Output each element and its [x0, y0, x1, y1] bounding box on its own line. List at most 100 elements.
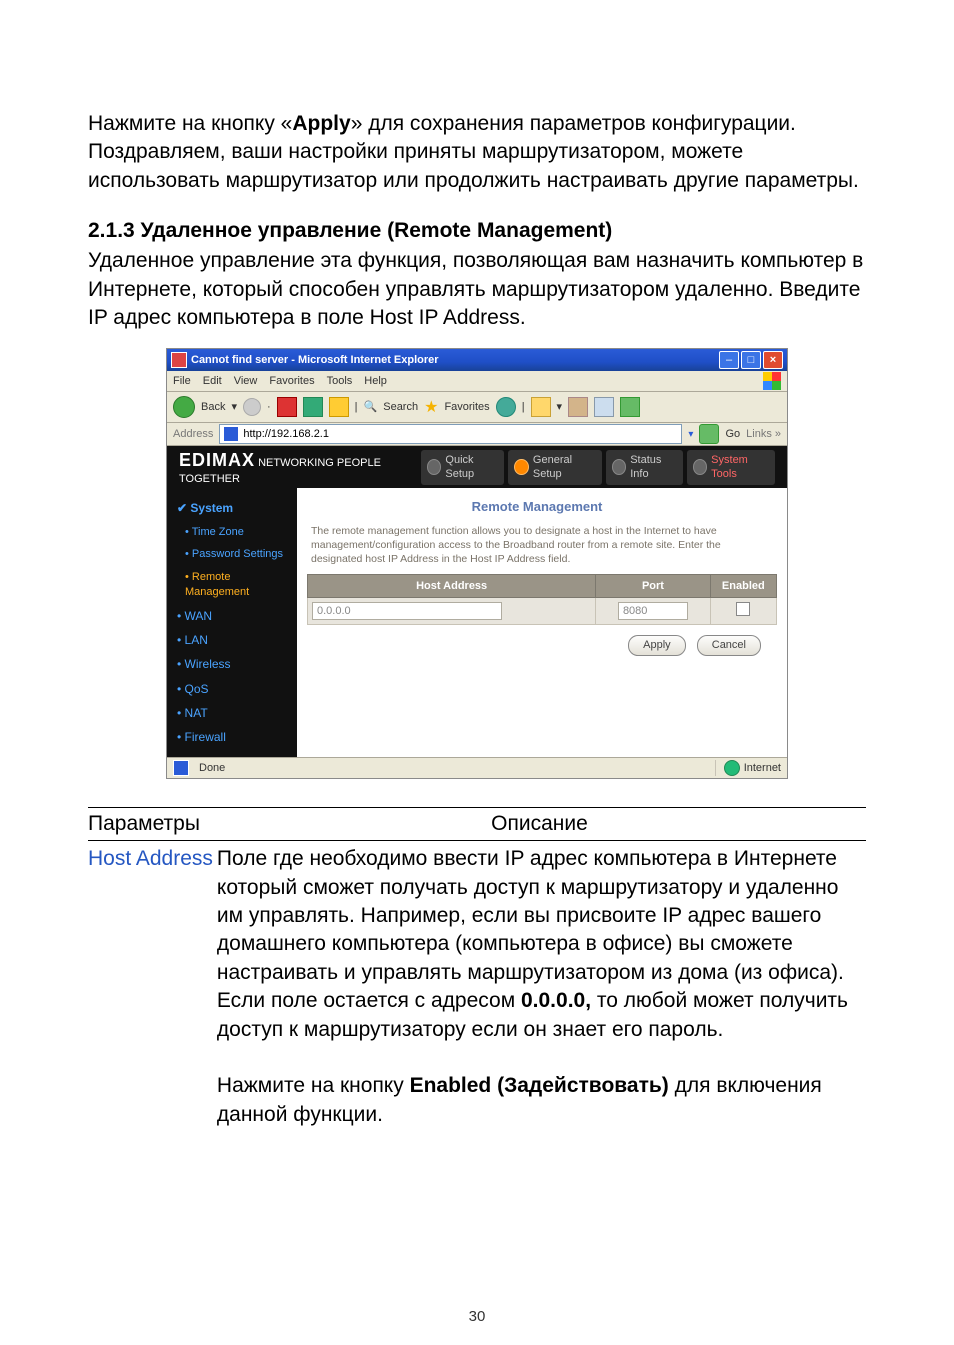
params-table: Параметры Описание Host Address Поле где…: [88, 807, 866, 1133]
host-address-input[interactable]: [312, 602, 502, 620]
globe-icon: [612, 459, 626, 475]
mail-icon[interactable]: [531, 397, 551, 417]
sidebar-item-nat[interactable]: • NAT: [167, 701, 297, 725]
favorites-label[interactable]: Favorites: [444, 400, 489, 415]
table-row: [308, 598, 777, 625]
go-icon[interactable]: [699, 424, 719, 444]
param-host-address: Host Address: [88, 841, 217, 1133]
sidebar-item-timezone[interactable]: • Time Zone: [167, 521, 297, 544]
minimize-icon[interactable]: –: [719, 351, 739, 369]
col-param: Параметры: [88, 808, 217, 841]
tab-general-setup[interactable]: General Setup: [508, 450, 601, 486]
col-desc: Описание: [217, 808, 866, 841]
section-body: Удаленное управление эта функция, позвол…: [88, 247, 866, 332]
ie-window: Cannot find server - Microsoft Internet …: [166, 348, 788, 779]
history-icon[interactable]: [496, 397, 516, 417]
cancel-button[interactable]: Cancel: [697, 635, 761, 656]
page-icon: [223, 426, 239, 442]
sidebar-item-label: WAN: [185, 609, 213, 623]
done-icon: [173, 760, 189, 776]
home-icon[interactable]: [329, 397, 349, 417]
back-icon[interactable]: [173, 396, 195, 418]
forward-icon[interactable]: [243, 398, 261, 416]
main-panel: Remote Management The remote management …: [297, 488, 787, 757]
col-host: Host Address: [308, 575, 596, 598]
globe-icon: [693, 459, 707, 475]
desc-text: Поле где необходимо ввести IP адрес комп…: [217, 847, 844, 1012]
status-bar: Done Internet: [167, 757, 787, 778]
table-row: Host Address Поле где необходимо ввести …: [88, 841, 866, 1133]
brand-logo: EDIMAX: [179, 450, 255, 470]
sidebar-item-label: System: [190, 501, 233, 515]
address-label: Address: [173, 427, 213, 442]
globe-icon: [514, 459, 528, 475]
sidebar-item-label: NAT: [185, 706, 208, 720]
menu-tools[interactable]: Tools: [327, 374, 353, 389]
menu-file[interactable]: File: [173, 374, 191, 389]
address-bar: Address http://192.168.2.1 ▾ Go Links »: [167, 423, 787, 445]
sidebar-item-label: QoS: [185, 682, 209, 696]
messenger-icon[interactable]: [620, 397, 640, 417]
back-label[interactable]: Back: [201, 400, 225, 415]
menu-help[interactable]: Help: [364, 374, 387, 389]
sidebar-item-firewall[interactable]: • Firewall: [167, 725, 297, 749]
search-label[interactable]: Search: [383, 400, 418, 415]
sidebar-item-label: LAN: [185, 633, 208, 647]
intro-paragraph: Нажмите на кнопку «Apply» для сохранения…: [88, 110, 866, 195]
address-dropdown-icon[interactable]: ▾: [688, 428, 693, 442]
windows-logo-icon: [763, 372, 781, 390]
desc-default-ip: 0.0.0.0,: [521, 989, 591, 1012]
tab-quick-setup[interactable]: Quick Setup: [421, 450, 504, 486]
tab-label: System Tools: [711, 453, 769, 483]
sidebar-item-remote[interactable]: • Remote Management: [167, 566, 297, 604]
links-label[interactable]: Links »: [746, 427, 781, 442]
menu-edit[interactable]: Edit: [203, 374, 222, 389]
panel-title: Remote Management: [297, 498, 777, 516]
stop-icon[interactable]: [277, 397, 297, 417]
internet-zone-icon: [724, 760, 740, 776]
tab-status-info[interactable]: Status Info: [606, 450, 683, 486]
status-done: Done: [199, 761, 225, 776]
logo-band: EDIMAX NETWORKING PEOPLE TOGETHER Quick …: [167, 446, 787, 488]
sidebar-item-label: Wireless: [185, 657, 231, 671]
print-icon[interactable]: [568, 397, 588, 417]
status-internet: Internet: [744, 761, 781, 776]
favorites-icon[interactable]: ★: [424, 397, 438, 419]
remote-table: Host Address Port Enabled: [307, 574, 777, 625]
address-field[interactable]: http://192.168.2.1: [219, 424, 682, 444]
search-icon[interactable]: 🔍: [364, 400, 378, 415]
section-heading: 2.1.3 Удаленное управление (Remote Manag…: [88, 217, 866, 245]
page-number: 30: [0, 1307, 954, 1327]
menu-view[interactable]: View: [234, 374, 258, 389]
ie-icon: [171, 352, 187, 368]
sidebar-item-label: Password Settings: [192, 548, 283, 560]
apply-button[interactable]: Apply: [628, 635, 686, 656]
sidebar-item-label: Time Zone: [192, 526, 244, 538]
maximize-icon[interactable]: □: [741, 351, 761, 369]
window-title: Cannot find server - Microsoft Internet …: [191, 353, 719, 368]
window-titlebar[interactable]: Cannot find server - Microsoft Internet …: [167, 349, 787, 371]
sidebar-item-wan[interactable]: • WAN: [167, 604, 297, 628]
tab-label: Status Info: [630, 453, 677, 483]
sidebar-item-system[interactable]: ✔ System: [167, 496, 297, 520]
refresh-icon[interactable]: [303, 397, 323, 417]
edit-icon[interactable]: [594, 397, 614, 417]
col-enabled: Enabled: [710, 575, 776, 598]
sidebar-item-password[interactable]: • Password Settings: [167, 543, 297, 566]
go-label[interactable]: Go: [725, 427, 740, 442]
sidebar-item-label: Firewall: [185, 730, 226, 744]
sidebar-item-wireless[interactable]: • Wireless: [167, 652, 297, 676]
sidebar-item-lan[interactable]: • LAN: [167, 628, 297, 652]
globe-icon: [427, 459, 441, 475]
tab-label: General Setup: [533, 453, 596, 483]
top-tabs: Quick Setup General Setup Status Info Sy…: [421, 450, 775, 486]
toolbar: Back ▾ · | 🔍 Search ★ Favorites | ▾: [167, 392, 787, 422]
close-icon[interactable]: ×: [763, 351, 783, 369]
side-menu: ✔ System • Time Zone • Password Settings…: [167, 488, 297, 757]
menu-favorites[interactable]: Favorites: [269, 374, 314, 389]
tab-system-tools[interactable]: System Tools: [687, 450, 775, 486]
sidebar-item-qos[interactable]: • QoS: [167, 677, 297, 701]
port-input[interactable]: [618, 602, 688, 620]
enabled-checkbox[interactable]: [736, 602, 750, 616]
param-host-desc: Поле где необходимо ввести IP адрес комп…: [217, 841, 866, 1133]
